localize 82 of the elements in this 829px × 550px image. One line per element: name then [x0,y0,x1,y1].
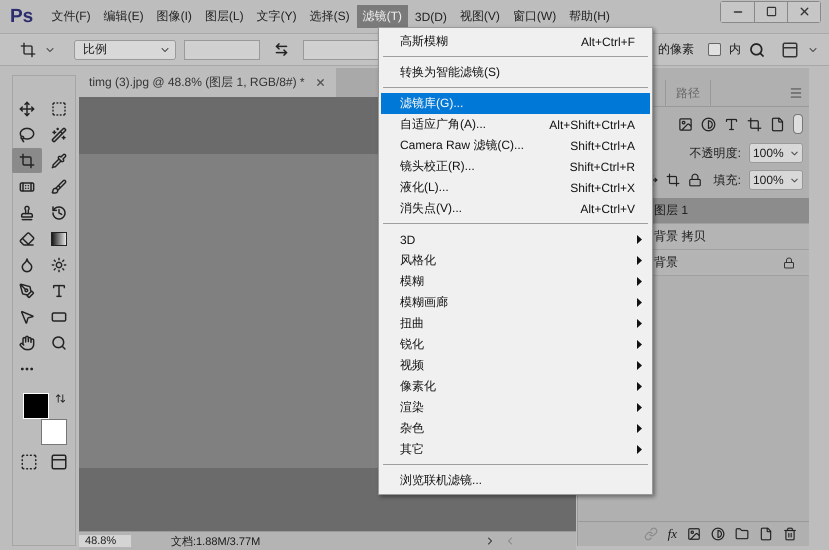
menu-item[interactable]: 锐化 [381,334,650,355]
menu-title[interactable]: 窗口(W) [506,5,562,28]
document-tab[interactable]: timg (3).jpg @ 48.8% (图层 1, RGB/8#) * [79,68,336,97]
menu-title[interactable]: 3D(D) [408,6,453,26]
workspace-icon[interactable] [781,40,799,58]
adjustment-icon[interactable] [711,527,725,541]
fill-label: 填充: [714,172,741,188]
menu-title[interactable]: 文字(Y) [250,5,303,28]
lock-icon [783,256,795,268]
delete-pixels-label: 的像素 [658,41,694,58]
trash-icon[interactable] [783,527,797,541]
foreground-color-swatch[interactable] [23,393,49,419]
submenu-arrow-icon [637,382,642,391]
filter-toggle[interactable] [793,114,803,134]
menu-icon[interactable] [789,86,803,100]
submenu-arrow-icon [637,256,642,265]
submenu-arrow-icon [637,445,642,454]
menu-title[interactable]: 图层(L) [198,5,250,28]
ratio-select[interactable]: 比例 [74,40,176,60]
submenu-arrow-icon [637,235,642,244]
background-color-swatch[interactable] [41,419,67,445]
swap-icon[interactable] [274,42,289,57]
menu-item[interactable]: 扭曲 [381,313,650,334]
zoom-level[interactable]: 48.8% [79,535,131,547]
content-aware-label: 内 [729,41,741,58]
crop-tool-icon[interactable] [20,42,36,58]
menu-item[interactable]: 渲染 [381,397,650,418]
menu-title[interactable]: 选择(S) [304,5,356,28]
image-filter-icon[interactable] [678,116,693,132]
fx-icon[interactable]: fx [668,526,677,542]
submenu-arrow-icon [637,361,642,370]
menu-item[interactable]: 像素化 [381,376,650,397]
menu-title[interactable]: 图像(I) [150,5,198,28]
submenu-arrow-icon [637,424,642,433]
menu-item[interactable]: 视频 [381,355,650,376]
menu-item[interactable]: 模糊画廊 [381,292,650,313]
menu-title[interactable]: 编辑(E) [98,5,150,28]
opacity-label: 不透明度: [690,144,741,162]
submenu-arrow-icon [637,340,642,349]
menu-title[interactable]: 文件(F) [45,5,97,28]
close-icon[interactable] [314,77,326,88]
folder-icon[interactable] [735,527,749,541]
submenu-arrow-icon [637,277,642,286]
menu-title[interactable]: 视图(V) [454,5,506,28]
maximize-button[interactable] [754,2,787,22]
submenu-arrow-icon [637,319,642,328]
submenu-arrow-icon [637,403,642,412]
menu-item[interactable]: 镜头校正(R)... Shift+Ctrl+R [381,156,650,177]
close-icon[interactable] [798,5,810,18]
lock-icon[interactable] [688,173,702,187]
menu-title[interactable]: 滤镜(T) [356,5,408,28]
menu-item[interactable]: 自适应广角(A)... Alt+Shift+Ctrl+A [381,114,650,135]
menu-item[interactable]: 转换为智能滤镜(S) [381,62,650,83]
opacity-field[interactable]: 100% [749,143,803,163]
new-layer-icon[interactable] [759,527,773,541]
maximize-icon[interactable] [766,6,776,17]
crop-tool-icon[interactable] [12,148,42,173]
mask-icon[interactable] [687,527,701,541]
shape-filter-icon[interactable] [747,116,762,132]
smart-object-filter-icon[interactable] [770,116,785,132]
search-icon[interactable] [749,42,765,58]
type-filter-icon[interactable] [724,116,739,132]
menu-item[interactable]: 浏览联机滤镜... [381,470,650,491]
close-button[interactable] [787,2,820,22]
menu-item[interactable]: 高斯模糊 Alt+Ctrl+F [381,31,650,52]
menu-item[interactable]: 其它 [381,439,650,460]
height-input[interactable] [303,40,379,60]
menu-item[interactable]: Camera Raw 滤镜(C)... Shift+Ctrl+A [381,135,650,156]
screen-mode-icon[interactable] [50,453,68,471]
content-aware-checkbox[interactable] [708,43,721,56]
adjustment-filter-icon[interactable] [701,116,716,132]
submenu-arrow-icon [637,298,642,307]
menu-item[interactable]: 液化(L)... Shift+Ctrl+X [381,177,650,198]
app-logo: Ps [10,6,34,28]
menu-item[interactable]: 杂色 [381,418,650,439]
menu-title[interactable]: 帮助(H) [563,5,616,28]
quick-mask-icon[interactable] [20,453,38,471]
document-info: 文档:1.88M/3.77M [171,534,260,548]
width-input[interactable] [184,40,260,60]
swap-colors-icon[interactable] [55,393,66,404]
menu-item[interactable]: 滤镜库(G)... [381,93,650,114]
fill-field[interactable]: 100% [749,170,803,190]
